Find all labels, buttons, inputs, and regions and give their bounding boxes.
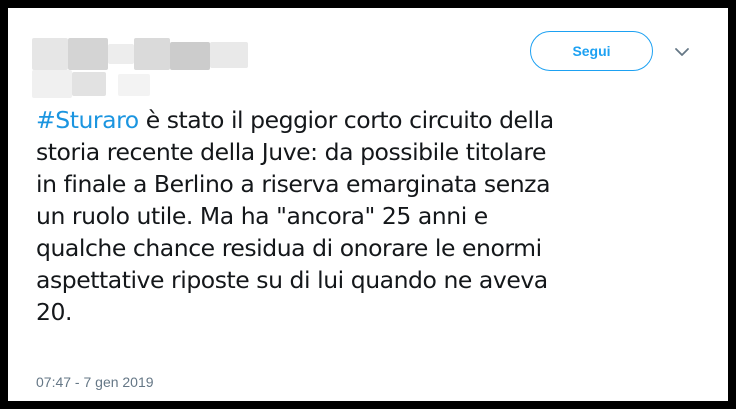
tweet-card: Segui #Sturaro è stato il peggior corto … — [8, 8, 728, 401]
tweet-timestamp[interactable]: 07:47 - 7 gen 2019 — [36, 374, 154, 390]
follow-button-label: Segui — [572, 43, 611, 59]
chevron-down-icon[interactable] — [670, 42, 694, 62]
tweet-line: storia recente della Juve: da possibile … — [36, 138, 547, 166]
tweet-text: #Sturaro è stato il peggior corto circui… — [36, 104, 716, 328]
blurred-user-identity — [32, 30, 248, 100]
follow-button[interactable]: Segui — [530, 31, 653, 71]
tweet-line: in finale a Berlino a riserva emarginata… — [36, 170, 551, 198]
tweet-line: è stato il peggior corto circuito della — [138, 106, 554, 134]
tweet-line: 20. — [36, 298, 73, 326]
tweet-line: qualche chance residua di onorare le eno… — [36, 234, 542, 262]
tweet-line: un ruolo utile. Ma ha "ancora" 25 anni e — [36, 202, 488, 230]
tweet-line: aspettative riposte su di lui quando ne … — [36, 266, 548, 294]
hashtag-link[interactable]: #Sturaro — [36, 106, 139, 134]
